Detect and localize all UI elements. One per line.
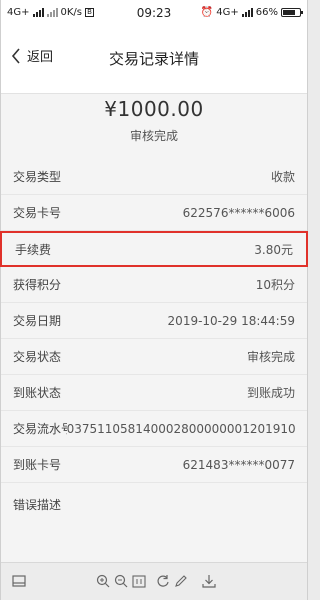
- row-arrival-card: 到账卡号 621483******0077: [1, 447, 307, 483]
- row-value: 审核完成: [246, 350, 295, 364]
- row-label: 交易类型: [13, 170, 62, 184]
- signal-icon-right: [241, 8, 253, 17]
- row-value: 2019-10-29 18:44:59: [167, 313, 295, 328]
- zoom-in-icon[interactable]: [95, 573, 111, 589]
- row-label: 错误描述: [13, 497, 62, 512]
- page-title: 交易记录详情: [108, 50, 199, 68]
- row-label: 交易状态: [13, 350, 62, 364]
- row-label: 到账卡号: [13, 458, 62, 472]
- download-icon[interactable]: [201, 573, 217, 589]
- row-label: 交易卡号: [13, 206, 62, 220]
- row-label: 交易日期: [13, 314, 62, 328]
- row-value: 622576******6006: [182, 205, 295, 220]
- review-status: 审核完成: [129, 129, 178, 143]
- panel-icon[interactable]: [11, 573, 27, 589]
- phone-screen: 4G+ 0K/s B 09:23 ⏰ 4G+ 66% 返回 交易记录详情 ¥10…: [0, 0, 308, 600]
- alarm-icon: ⏰: [200, 7, 214, 18]
- battery-percent: 66%: [255, 7, 278, 18]
- row-label: 获得积分: [13, 278, 62, 292]
- rotate-icon[interactable]: [155, 573, 171, 589]
- navigation-bar: 返回 交易记录详情: [1, 26, 307, 94]
- row-value: 3.80元: [254, 242, 293, 257]
- row-error-description: 错误描述: [1, 483, 307, 525]
- row-label: 到账状态: [13, 386, 62, 400]
- row-transaction-type: 交易类型 收款: [1, 159, 307, 195]
- row-serial-number: 交易流水号 03751105814000280000000120191029..…: [1, 411, 307, 447]
- row-points: 获得积分 10积分: [1, 267, 307, 303]
- row-arrival-status: 到账状态 到账成功: [1, 375, 307, 411]
- status-bar: 4G+ 0K/s B 09:23 ⏰ 4G+ 66%: [1, 0, 307, 26]
- row-date: 交易日期 2019-10-29 18:44:59: [1, 303, 307, 339]
- bottom-toolbar: [1, 562, 307, 600]
- battery-icon: [281, 8, 303, 17]
- status-right: ⏰ 4G+ 66%: [200, 7, 303, 18]
- row-value: 收款: [270, 170, 295, 184]
- zoom-out-icon[interactable]: [113, 573, 129, 589]
- detail-list: 交易类型 收款 交易卡号 622576******6006 手续费 3.80元 …: [0, 159, 308, 525]
- transaction-amount: ¥1000.00: [104, 97, 204, 121]
- row-card-number: 交易卡号 622576******6006: [1, 195, 307, 231]
- row-fee-highlighted: 手续费 3.80元: [0, 231, 308, 267]
- row-value: 03751105814000280000000120191029...: [66, 421, 295, 436]
- row-label: 手续费: [15, 242, 52, 257]
- row-value: 10积分: [255, 278, 295, 292]
- network-type-right: 4G+: [216, 7, 239, 18]
- amount-summary: ¥1000.00 审核完成: [1, 95, 307, 152]
- row-transaction-status: 交易状态 审核完成: [1, 339, 307, 375]
- row-label: 交易流水号: [13, 422, 67, 436]
- edit-icon[interactable]: [173, 573, 189, 589]
- row-value: 621483******0077: [182, 457, 295, 472]
- row-value: 到账成功: [246, 386, 295, 400]
- page-fit-icon[interactable]: [131, 573, 147, 589]
